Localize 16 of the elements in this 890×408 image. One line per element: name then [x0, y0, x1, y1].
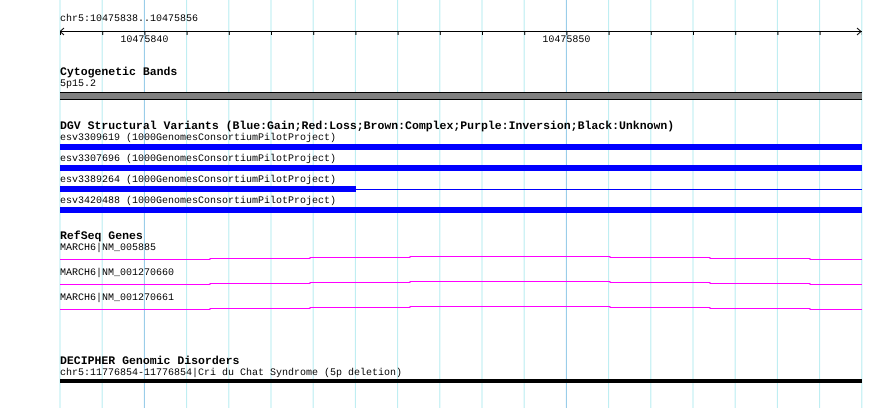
- range-label: chr5:10475838..10475856: [60, 14, 198, 25]
- track-title: Cytogenetic Bands: [60, 67, 178, 79]
- feature-label: chr5:11776854-11776854|Cri du Chat Syndrome (5p deletion): [60, 368, 404, 379]
- tick-label: 10475850: [542, 35, 590, 46]
- feature-label: esv3420488 (1000GenomesConsortiumPilotProject): [60, 196, 338, 207]
- feature-label: esv3309619 (1000GenomesConsortiumPilotProject): [60, 133, 338, 144]
- track-title: DECIPHER Genomic Disorders: [60, 356, 240, 368]
- feature-label: MARCH6|NM_001270660: [60, 268, 176, 279]
- feature-label: esv3307696 (1000GenomesConsortiumPilotProject): [60, 154, 338, 165]
- feature-label: MARCH6|NM_001270661: [60, 293, 176, 304]
- feature-label: esv3389264 (1000GenomesConsortiumPilotProject): [60, 175, 338, 186]
- feature-label: 5p15.2: [60, 79, 98, 90]
- feature-label: MARCH6|NM_005885: [60, 243, 158, 254]
- track-title: DGV Structural Variants (Blue:Gain;Red:Loss;Brown:Complex;Purple:Inversion;Black:Unknown): [60, 121, 676, 133]
- track-title: RefSeq Genes: [60, 231, 143, 243]
- tick-label: 10475840: [120, 35, 168, 46]
